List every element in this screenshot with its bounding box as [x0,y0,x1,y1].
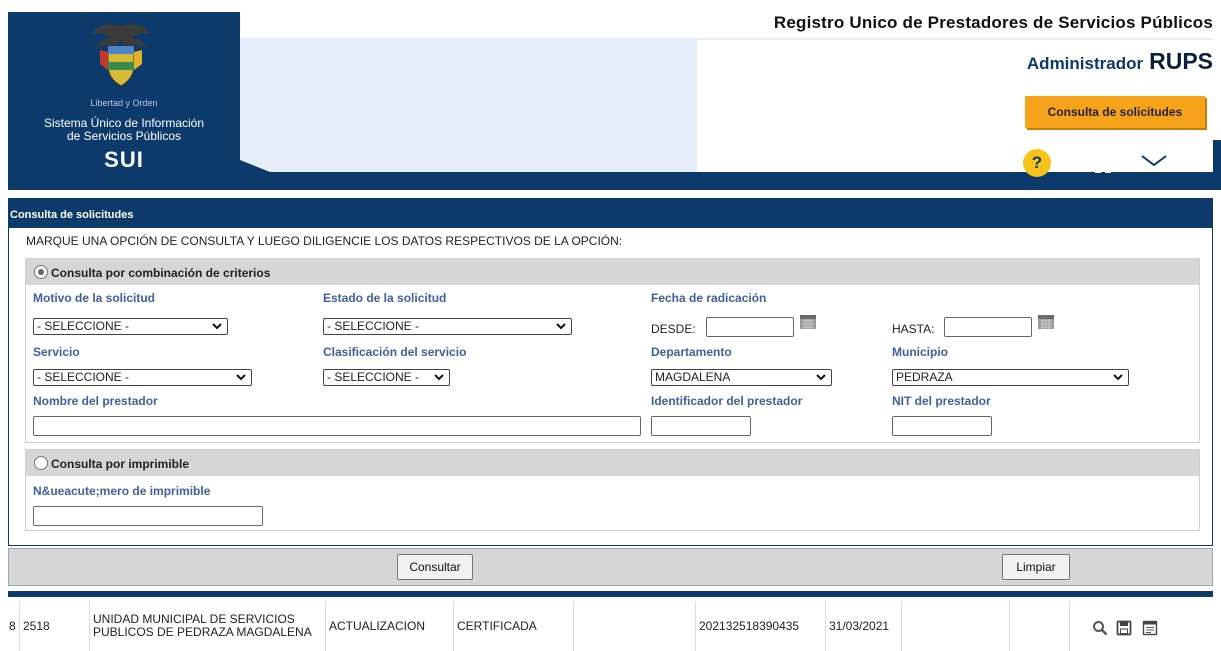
consultar-button[interactable]: Consultar [397,554,473,580]
row-blank3 [1010,601,1070,651]
document-icon[interactable] [1142,620,1158,636]
row-fecha: 31/03/2021 [826,601,902,651]
departamento-label: Departamento [651,345,732,359]
clasificacion-value: - SELECCIONE - [327,370,420,384]
action-bar: Consultar Limpiar [8,548,1213,586]
nit-label: NIT del prestador [892,394,991,408]
save-icon[interactable] [1116,620,1132,636]
imprimible-label: N&ueacute;mero de imprimible [33,484,211,498]
form-title-bar: Consulta de solicitudes [8,198,1213,228]
form-instructions: MARQUE UNA OPCIÓN DE CONSULTA Y LUEGO DI… [26,234,623,248]
municipio-label: Municipio [892,345,948,359]
fecha-hasta-input[interactable] [944,317,1032,337]
clasificacion-label: Clasificación del servicio [323,345,467,359]
hasta-label: HASTA: [892,322,935,336]
imprimible-radio[interactable] [34,456,48,470]
criteria-radio[interactable] [34,265,48,279]
calendar-icon[interactable] [799,314,817,330]
row-motivo: ACTUALIZACION [326,601,454,651]
departamento-value: MAGDALENA [655,370,731,384]
chevron-down-icon [236,374,246,381]
calendar-icon[interactable] [1037,314,1055,330]
motivo-select[interactable]: - SELECCIONE - [33,318,228,335]
servicio-value: - SELECCIONE - [37,370,130,384]
criteria-section: Consulta por combinación de criterios Mo… [25,258,1200,443]
sui-logo-block[interactable]: Libertad y Orden Sistema Único de Inform… [8,12,240,186]
identificador-prestador-input[interactable] [651,416,751,436]
municipio-value: PEDRAZA [896,370,953,384]
row-id: 2518 [20,601,90,651]
logo-title-line2: de Servicios Públicos [66,129,182,143]
estado-label: Estado de la solicitud [323,291,447,305]
search-icon[interactable] [1092,620,1108,636]
desde-label: DESDE: [651,322,696,336]
mail-icon[interactable] [1140,154,1168,174]
criteria-section-header[interactable]: Consulta por combinación de criterios [26,259,1199,285]
table-row[interactable]: 8 2518 UNIDAD MUNICIPAL DE SERVICIOS PUB… [8,601,1221,651]
imprimible-section-label: Consulta por imprimible [51,457,190,471]
motivo-label: Motivo de la solicitud [33,291,156,305]
consulta-solicitudes-button[interactable]: Consulta de solicitudes [1025,96,1205,128]
servicio-label: Servicio [33,345,80,359]
chevron-down-icon [556,323,566,330]
municipio-select[interactable]: PEDRAZA [892,369,1129,386]
admin-heading: Administrador RUPS [1027,48,1213,75]
logo-motto: Libertad y Orden [90,98,158,108]
form-title: Consulta de solicitudes [10,209,134,221]
help-icon[interactable]: ? [1023,149,1051,177]
imprimible-section-header[interactable]: Consulta por imprimible [26,450,1199,476]
motivo-value: - SELECCIONE - [37,319,130,333]
clasificacion-select[interactable]: - SELECCIONE - [323,369,450,386]
nombre-label: Nombre del prestador [33,394,158,408]
colombia-crest-icon [92,24,150,87]
search-form: MARQUE UNA OPCIÓN DE CONSULTA Y LUEGO DI… [8,228,1213,546]
page-title: Registro Unico de Prestadores de Servici… [773,13,1213,32]
imprimible-input[interactable] [33,506,263,526]
admin-brand: RUPS [1149,48,1213,74]
row-blank1 [574,601,696,651]
servicio-select[interactable]: - SELECCIONE - [33,369,252,386]
row-radicado: 202132518390435 [696,601,826,651]
results-divider [8,591,1213,597]
row-prestador: UNIDAD MUNICIPAL DE SERVICIOS PUBLICOS D… [90,601,326,651]
imprimible-section: Consulta por imprimible N&ueacute;mero d… [25,449,1200,531]
nit-prestador-input[interactable] [892,416,992,436]
chevron-down-icon [434,374,444,381]
admin-label: Administrador [1026,54,1144,73]
chevron-down-icon [1113,374,1123,381]
fecha-desde-input[interactable] [706,317,794,337]
logo-title-line1: Sistema Único de Información [43,116,205,130]
estado-value: - SELECCIONE - [327,319,420,333]
fecha-label: Fecha de radicación [651,291,767,305]
row-index: 8 [8,601,20,651]
logo-brand: SUI [104,147,144,172]
home-icon[interactable] [1090,151,1116,175]
chevron-down-icon [212,323,222,330]
estado-select[interactable]: - SELECCIONE - [323,318,572,335]
criteria-section-label: Consulta por combinación de criterios [51,266,271,280]
row-estado: CERTIFICADA [454,601,574,651]
chevron-down-icon [816,374,826,381]
departamento-select[interactable]: MAGDALENA [651,369,832,386]
limpiar-button[interactable]: Limpiar [1002,554,1070,580]
identificador-label: Identificador del prestador [651,394,803,408]
nombre-prestador-input[interactable] [33,416,641,436]
row-blank2 [902,601,1010,651]
site-header: Libertad y Orden Sistema Único de Inform… [0,0,1221,190]
